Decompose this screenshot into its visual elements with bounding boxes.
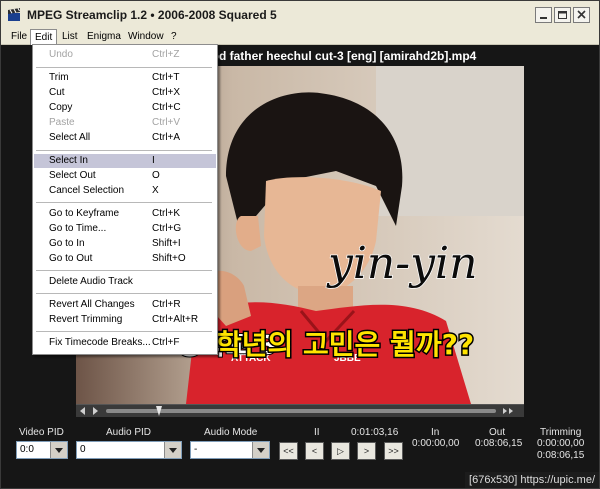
menu-file[interactable]: File [7, 30, 31, 43]
menu-list[interactable]: List [58, 30, 82, 43]
video-pid-value: 0:0 [20, 444, 34, 455]
menu-item-undo[interactable]: Undo Ctrl+Z [34, 48, 216, 62]
pause-indicator: II [314, 427, 320, 438]
menu-divider [36, 67, 212, 68]
chevron-down-icon [164, 442, 181, 458]
audio-pid-select[interactable]: 0 [76, 441, 182, 459]
video-pid-select[interactable]: 0:0 [16, 441, 68, 459]
menu-item-revert-trimming[interactable]: Revert Trimming Ctrl+Alt+R [34, 313, 216, 327]
window-title: MPEG Streamclip 1.2 • 2006-2008 Squared … [27, 8, 277, 22]
close-icon [577, 10, 586, 19]
clapper-icon [8, 8, 20, 21]
maximize-button[interactable] [554, 7, 571, 23]
timeline-bar [106, 409, 496, 413]
menu-divider [36, 202, 212, 203]
menu-divider [36, 150, 212, 151]
subtitle-text: 학년의 고민은 뭘까?? [216, 328, 474, 361]
app-window: MPEG Streamclip 1.2 • 2006-2008 Squared … [0, 0, 600, 489]
in-value: 0:00:00,00 [412, 438, 460, 449]
menu-item-trim[interactable]: Trim Ctrl+T [34, 71, 216, 85]
audio-mode-value: - [194, 444, 198, 455]
timeline-scrubber[interactable] [76, 404, 524, 417]
close-button[interactable] [573, 7, 590, 23]
menu-help[interactable]: ? [167, 30, 181, 43]
image-host-watermark: [676x530] https://upic.me/ [465, 472, 599, 488]
overlay-caption: yin-yin [326, 238, 477, 289]
menu-item-cancel-selection[interactable]: Cancel Selection X [34, 184, 216, 198]
trimming-label: Trimming [540, 427, 582, 438]
menu-divider [36, 270, 212, 271]
menu-item-revert-all-changes[interactable]: Revert All Changes Ctrl+R [34, 298, 216, 312]
menu-item-go-to-keyframe[interactable]: Go to Keyframe Ctrl+K [34, 207, 216, 221]
menu-item-select-out[interactable]: Select Out O [34, 169, 216, 183]
trimming-value-end: 0:08:06,15 [537, 450, 585, 461]
menu-item-cut[interactable]: Cut Ctrl+X [34, 86, 216, 100]
menu-divider [36, 331, 212, 332]
audio-mode-label: Audio Mode [204, 427, 258, 438]
menu-item-delete-audio-track[interactable]: Delete Audio Track [34, 275, 216, 289]
out-label: Out [489, 427, 506, 438]
current-time: 0:01:03,16 [351, 427, 399, 438]
play-left-icon [80, 407, 85, 415]
menu-item-copy[interactable]: Copy Ctrl+C [34, 101, 216, 115]
menu-item-paste[interactable]: Paste Ctrl+V [34, 116, 216, 130]
menu-edit[interactable]: Edit [30, 29, 58, 45]
maximize-icon [558, 11, 567, 19]
play-button[interactable]: ▷ [331, 442, 350, 460]
menu-item-go-to-time[interactable]: Go to Time... Ctrl+G [34, 222, 216, 236]
menu-item-select-all[interactable]: Select All Ctrl+A [34, 131, 216, 145]
minimize-icon [540, 17, 547, 19]
step-back-button[interactable]: < [305, 442, 324, 460]
fast-forward-button[interactable]: >> [384, 442, 403, 460]
video-pid-label: Video PID [19, 427, 64, 438]
title-bar[interactable]: MPEG Streamclip 1.2 • 2006-2008 Squared … [1, 1, 599, 30]
timeline-track [80, 406, 513, 416]
trimming-value-start: 0:00:00,00 [537, 438, 585, 449]
edit-menu-dropdown: Undo Ctrl+Z Trim Ctrl+T Cut Ctrl+X Copy Ctrl… [32, 44, 218, 355]
menu-divider [36, 293, 212, 294]
menu-window[interactable]: Window [124, 30, 168, 43]
menu-item-fix-timecode-breaks[interactable]: Fix Timecode Breaks... Ctrl+F [34, 336, 216, 350]
minimize-button[interactable] [535, 7, 552, 23]
menu-item-go-to-out[interactable]: Go to Out Shift+O [34, 252, 216, 266]
rewind-button[interactable]: << [279, 442, 298, 460]
chevron-down-icon [50, 442, 67, 458]
fast-forward-icon [503, 408, 513, 414]
in-label: In [431, 427, 440, 438]
chevron-down-icon [252, 442, 269, 458]
menu-item-select-in[interactable]: Select In I [34, 154, 216, 168]
step-forward-button[interactable]: > [357, 442, 376, 460]
menu-item-go-to-in[interactable]: Go to In Shift+I [34, 237, 216, 251]
play-right-icon [93, 407, 98, 415]
menu-bar: File Edit List Enigma Window ? [1, 29, 599, 45]
audio-mode-select[interactable]: - [190, 441, 270, 459]
audio-pid-label: Audio PID [106, 427, 152, 438]
out-value: 0:08:06,15 [475, 438, 523, 449]
menu-enigma[interactable]: Enigma [83, 30, 125, 43]
audio-pid-value: 0 [80, 444, 86, 455]
